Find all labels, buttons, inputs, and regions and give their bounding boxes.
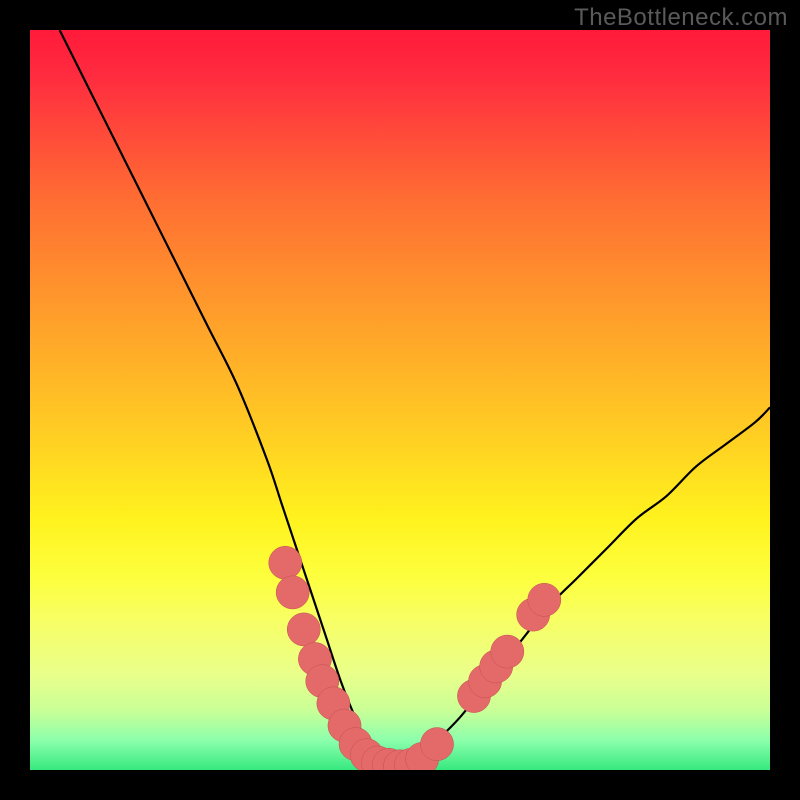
data-marker [491, 635, 524, 668]
data-marker [420, 728, 453, 761]
data-marker [528, 583, 561, 616]
chart-frame: TheBottleneck.com [0, 0, 800, 800]
data-marker [276, 576, 309, 609]
data-marker [287, 613, 320, 646]
plot-area [30, 30, 770, 770]
bottleneck-curve [60, 30, 770, 766]
chart-svg [30, 30, 770, 770]
marker-group [269, 546, 561, 770]
watermark-text: TheBottleneck.com [574, 4, 788, 32]
data-marker [269, 546, 302, 579]
